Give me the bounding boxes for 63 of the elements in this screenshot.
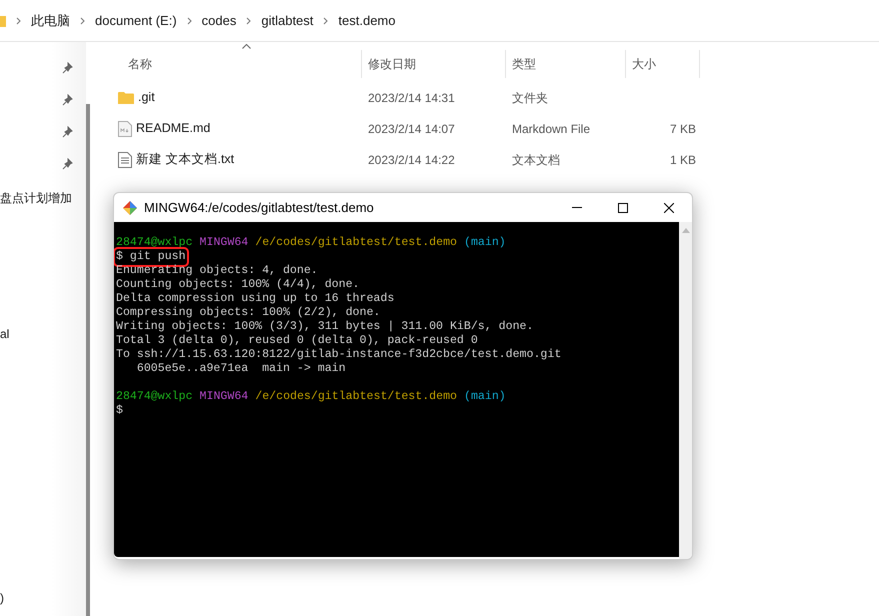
terminal-text: $: [116, 404, 123, 418]
terminal-text: Delta compression using up to 16 threads: [116, 292, 394, 306]
terminal-text: Writing objects: 100% (3/3), 311 bytes | 311.00 KiB/s, done.: [116, 320, 534, 334]
terminal-text: /e/codes/gitlabtest/test.demo: [255, 390, 457, 404]
breadcrumb-item[interactable]: test.demo: [338, 10, 396, 30]
chevron-icon: [186, 16, 192, 24]
diamond-logo-icon: [122, 200, 138, 216]
terminal-text: /e/codes/gitlabtest/test.demo: [255, 236, 457, 250]
maximize-icon: [618, 202, 628, 212]
close-icon: [664, 202, 674, 212]
window-title: MINGW64:/e/codes/gitlabtest/test.demo: [144, 198, 374, 217]
file-size: 7 KB: [670, 120, 696, 138]
terminal-scrollbar[interactable]: [679, 222, 692, 559]
nav-item[interactable]: ): [0, 591, 4, 605]
breadcrumb-item[interactable]: codes: [202, 10, 236, 30]
modified-date: 2023/2/14 14:07: [368, 122, 455, 136]
pin-icon[interactable]: [62, 158, 74, 170]
nav-item[interactable]: al: [0, 327, 10, 341]
column-header[interactable]: 类型: [512, 55, 536, 73]
breadcrumb-item[interactable]: 此电脑: [31, 10, 70, 30]
pin-icon[interactable]: [62, 126, 74, 138]
nav-item[interactable]: 盘点计划增加: [0, 191, 72, 205]
file-size: 1 KB: [670, 152, 696, 168]
terminal-text: Enumerating objects: 4, done.: [116, 264, 318, 278]
scrollbar[interactable]: [86, 104, 90, 616]
terminal-text: Counting objects: 100% (4/4), done.: [116, 278, 360, 292]
folder-icon: [0, 14, 6, 26]
terminal-text: Total 3 (delta 0), reused 0 (delta 0), pack-reused 0: [116, 334, 478, 348]
minimize-icon: [572, 207, 582, 208]
terminal-text: 28474@wxlpc: [116, 236, 193, 250]
terminal-text: (main): [464, 236, 506, 250]
file-type: 文件夹: [512, 90, 548, 105]
text-file-icon: [118, 152, 132, 168]
chevron-icon: [16, 16, 21, 24]
pin-icon[interactable]: [62, 62, 74, 74]
terminal-text: MINGW64: [200, 236, 248, 250]
file-name[interactable]: .git: [138, 88, 155, 107]
modified-date: 2023/2/14 14:22: [368, 152, 455, 167]
file-name[interactable]: README.md: [136, 119, 210, 138]
folder-icon: [118, 90, 134, 104]
document-icon: [118, 120, 132, 136]
pin-icon[interactable]: [62, 94, 74, 106]
modified-date: 2023/2/14 14:31: [368, 90, 455, 105]
terminal-text: Compressing objects: 100% (2/2), done.: [116, 306, 380, 320]
column-header[interactable]: 修改日期: [368, 55, 416, 73]
column-header[interactable]: 大小: [632, 55, 656, 73]
chevron-icon: [80, 16, 85, 24]
terminal-text: To ssh://1.15.63.120:8122/gitlab-instance-f3d2cbce/test.demo.git: [116, 348, 562, 362]
file-type: 文本文档: [512, 152, 560, 167]
breadcrumb-item[interactable]: document (E:): [95, 10, 177, 30]
chevron-icon: [246, 16, 252, 24]
terminal-text: MINGW64: [200, 390, 248, 404]
terminal-text: $ git push: [116, 250, 186, 264]
column-header[interactable]: 名称: [128, 55, 152, 73]
scroll-up-icon: [682, 228, 690, 233]
breadcrumb-item[interactable]: gitlabtest: [261, 10, 314, 30]
terminal-text: 28474@wxlpc: [116, 390, 193, 404]
chevron-icon: [323, 16, 328, 24]
file-type: Markdown File: [512, 122, 590, 136]
file-name[interactable]: 新建 文本文档.txt: [136, 150, 234, 169]
terminal-text: 6005e5e..a9e71ea main -> main: [136, 362, 346, 376]
terminal-text: (main): [464, 390, 506, 404]
sort-caret-icon: [242, 44, 251, 49]
